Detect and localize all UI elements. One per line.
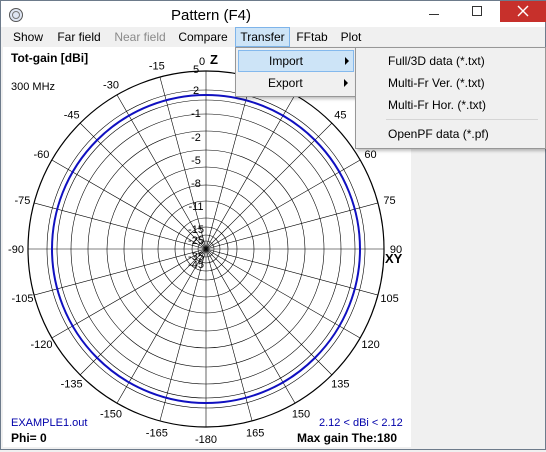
grid-spoke: [205, 248, 296, 404]
menu-item-full-3d-data[interactable]: Full/3D data (*.txt): [358, 50, 542, 72]
close-button[interactable]: [500, 1, 546, 22]
menu-near-field[interactable]: Near field: [109, 27, 171, 47]
angle-label: 45: [334, 110, 346, 122]
radial-tick-label: -45: [188, 259, 204, 271]
pattern-plot-area[interactable]: -1515-3030-4545-6060-7575-9090-105105-12…: [3, 47, 411, 447]
grid-spoke: [205, 159, 361, 250]
radial-tick-label: -25: [188, 235, 204, 247]
grid-spoke: [205, 248, 379, 296]
openpf-data-label: OpenPF data (*.pf): [388, 127, 489, 141]
menu-item-openpf-data[interactable]: OpenPF data (*.pf): [358, 123, 542, 145]
menu-plot[interactable]: Plot: [334, 27, 368, 47]
submenu-arrow-icon: [344, 79, 348, 87]
angle-label: -60: [34, 149, 50, 161]
grid-spoke: [205, 248, 253, 422]
radial-tick-label: -8: [191, 178, 201, 190]
angle-label: 165: [246, 428, 264, 440]
gain-range-label: 2.12 < dBi < 2.12: [319, 417, 403, 429]
radial-tick-label: -5: [191, 155, 201, 167]
close-icon: [517, 5, 529, 17]
quantity-label: Tot-gain [dBi]: [11, 51, 89, 65]
menu-far-field[interactable]: Far field: [51, 27, 107, 47]
radial-tick-label: 2: [193, 85, 199, 97]
menu-compare[interactable]: Compare: [173, 27, 233, 47]
full-3d-data-label: Full/3D data (*.txt): [388, 54, 485, 68]
menu-item-export[interactable]: Export: [238, 72, 354, 94]
menu-item-import[interactable]: Import: [238, 50, 354, 72]
angle-label: -135: [61, 378, 83, 390]
grid-spoke: [33, 202, 207, 250]
angle-label: -105: [11, 293, 33, 305]
angle-label: -30: [103, 79, 119, 91]
radial-tick-label: -11: [188, 201, 203, 213]
grid-spoke: [205, 76, 253, 250]
radial-tick-label: 5: [193, 64, 199, 76]
angle-label: -180: [195, 434, 217, 446]
grid-spoke: [33, 248, 207, 296]
multi-fr-hor-label: Multi-Fr Hor. (*.txt): [388, 98, 486, 112]
angle-label: -150: [100, 409, 122, 421]
menu-fftab[interactable]: FFtab: [292, 27, 332, 47]
angle-label: -15: [149, 60, 165, 72]
angle-label: 105: [380, 293, 398, 305]
max-gain-label: Max gain The:180: [297, 431, 398, 445]
menu-item-multi-fr-ver[interactable]: Multi-Fr Ver. (*.txt): [358, 72, 542, 94]
menu-show[interactable]: Show: [7, 27, 49, 47]
grid-spoke: [51, 159, 207, 250]
angle-label: 135: [331, 378, 349, 390]
import-submenu: Full/3D data (*.txt) Multi-Fr Ver. (*.tx…: [355, 47, 546, 149]
grid-spoke: [51, 248, 207, 339]
angle-label: -165: [146, 428, 168, 440]
angle-label: 60: [364, 149, 376, 161]
xy-axis-label: XY: [385, 251, 403, 266]
menu-bar: Show Far field Near field Compare Transf…: [1, 27, 545, 47]
menu-item-multi-fr-hor[interactable]: Multi-Fr Hor. (*.txt): [358, 94, 542, 116]
maximize-button[interactable]: [456, 1, 500, 22]
angle-label: 75: [383, 195, 395, 207]
grid-spoke: [205, 248, 361, 339]
grid-spoke: [205, 202, 379, 250]
phi-label: Phi= 0: [11, 431, 47, 445]
pattern-window: Pattern (F4) Show Far field Near field C…: [0, 0, 546, 450]
grid-spoke: [205, 248, 333, 376]
menu-transfer[interactable]: Transfer: [235, 27, 290, 47]
grid-spoke: [205, 122, 333, 250]
frequency-label: 300 MHz: [11, 81, 56, 93]
angle-label: -75: [15, 195, 31, 207]
title-bar[interactable]: Pattern (F4): [1, 1, 546, 30]
window-title: Pattern (F4): [170, 7, 252, 24]
menu-separator: [386, 119, 538, 120]
radial-tick-label: -2: [191, 132, 201, 144]
export-label: Export: [268, 76, 303, 90]
angle-label: -90: [8, 244, 24, 256]
z-axis-label: Z: [210, 52, 218, 67]
grid-spoke: [116, 248, 207, 404]
import-label: Import: [269, 54, 304, 68]
grid-spoke: [159, 248, 207, 422]
angle-label: 150: [292, 409, 310, 421]
angle-label: -45: [64, 110, 80, 122]
radial-tick-label: -1: [191, 108, 201, 120]
transfer-dropdown: Import Export: [235, 47, 357, 97]
multi-fr-ver-label: Multi-Fr Ver. (*.txt): [388, 76, 485, 90]
angle-label: 0: [199, 56, 205, 68]
angle-label: -120: [30, 339, 52, 351]
submenu-arrow-icon: [345, 57, 349, 65]
angle-label: 120: [361, 339, 379, 351]
minimize-button[interactable]: [411, 1, 456, 22]
polar-pattern-chart: -1515-3030-4545-6060-7575-9090-105105-12…: [8, 56, 402, 446]
grid-spoke: [205, 94, 296, 250]
file-name-label: EXAMPLE1.out: [11, 417, 88, 429]
